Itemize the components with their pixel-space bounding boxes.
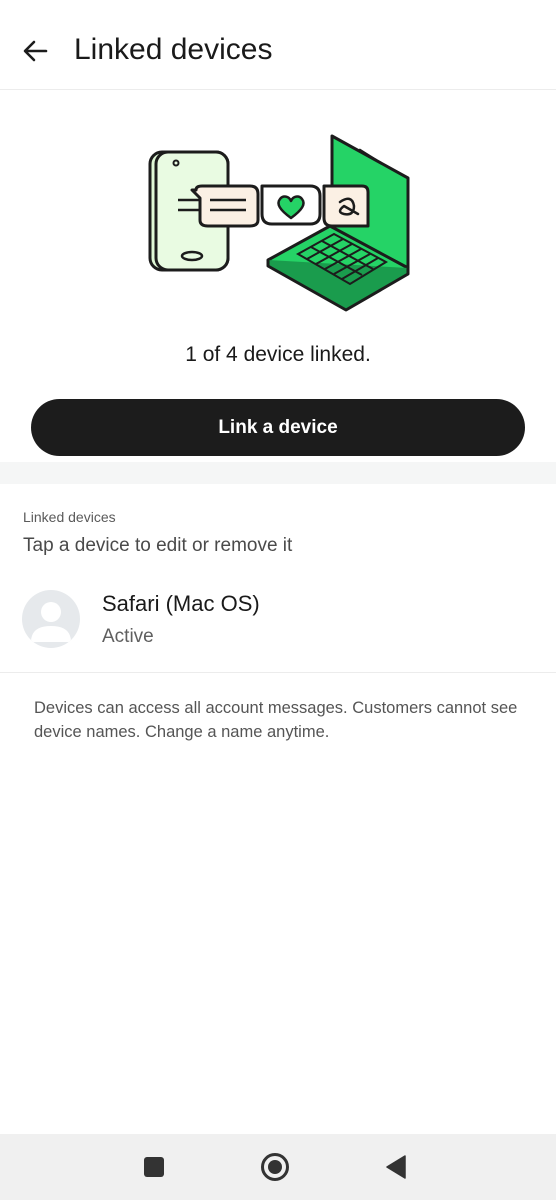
device-row-safari[interactable]: Safari (Mac OS) Active	[0, 578, 556, 673]
system-back-button[interactable]	[366, 1134, 426, 1200]
recents-square-icon	[144, 1157, 164, 1177]
linked-count-text: 1 of 4 device linked.	[185, 343, 371, 366]
home-circle-icon	[261, 1153, 289, 1181]
phone-laptop-illustration	[148, 134, 410, 312]
link-device-button[interactable]: Link a device	[31, 399, 525, 456]
avatar	[22, 590, 80, 648]
section-label: Linked devices	[23, 509, 116, 525]
device-name: Safari (Mac OS)	[102, 591, 260, 616]
back-button[interactable]	[18, 34, 52, 68]
section-hint: Tap a device to edit or remove it	[23, 535, 293, 556]
arrow-left-icon	[23, 40, 48, 62]
section-divider	[0, 462, 556, 484]
device-status: Active	[102, 626, 154, 647]
footer-note: Devices can access all account messages.…	[34, 699, 518, 741]
back-triangle-icon	[386, 1155, 406, 1179]
hero-illustration	[140, 128, 420, 313]
page-title: Linked devices	[74, 33, 273, 66]
app-bar: Linked devices	[0, 0, 556, 90]
default-avatar-icon	[31, 602, 71, 642]
system-nav-bar	[0, 1134, 556, 1200]
recents-button[interactable]	[124, 1134, 184, 1200]
home-button[interactable]	[245, 1134, 305, 1200]
